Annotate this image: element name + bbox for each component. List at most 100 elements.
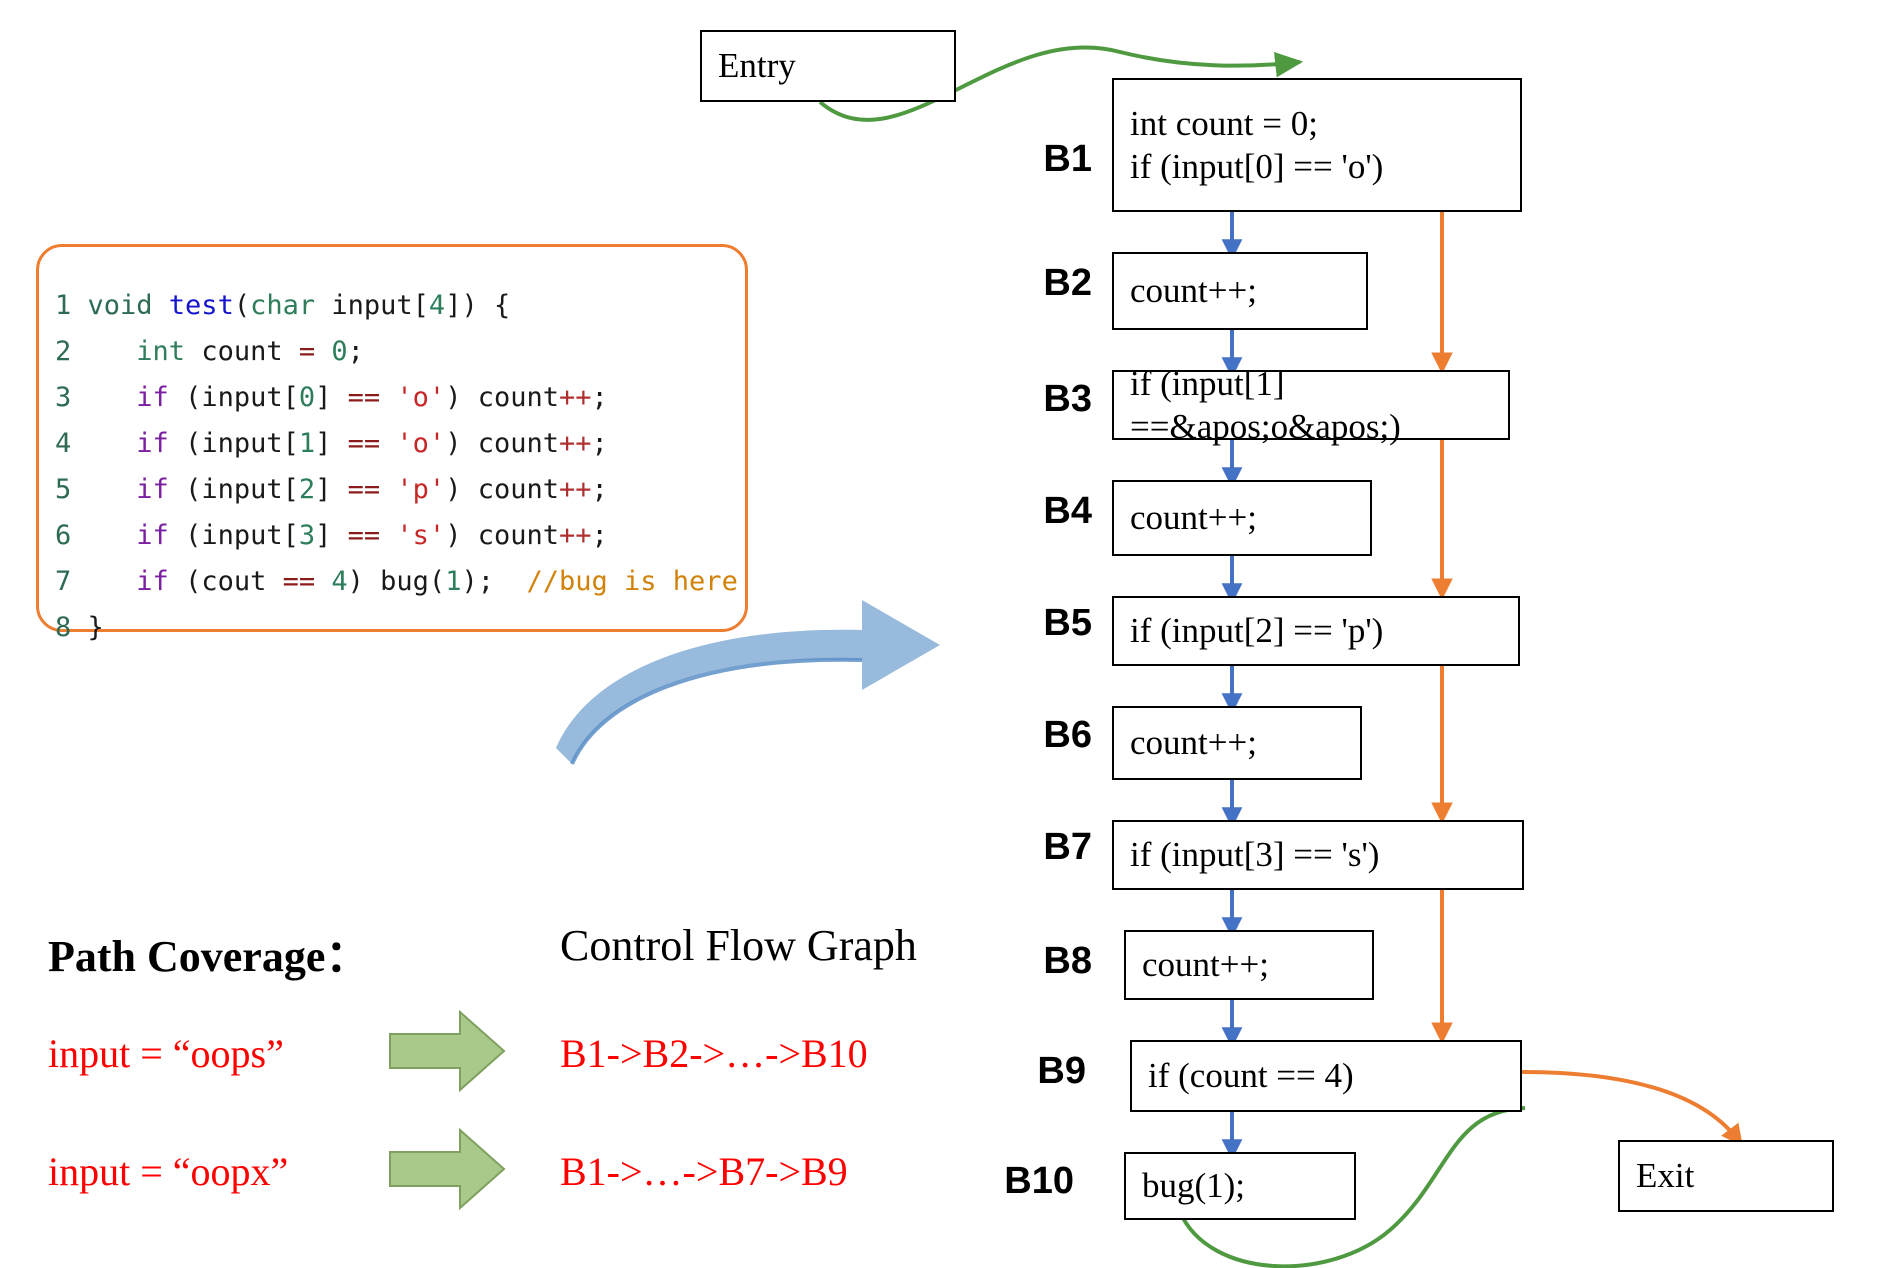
code-token: ; xyxy=(591,474,608,505)
code-token: 'p' xyxy=(396,474,446,505)
block-label-b5: B5 xyxy=(1043,602,1092,644)
code-token: char xyxy=(250,290,316,321)
code-token: 2 xyxy=(298,474,316,505)
code-token: 'o' xyxy=(396,428,446,459)
code-line: 6 if (input[3] == 's') count++; xyxy=(55,513,738,559)
code-token: count xyxy=(185,336,299,367)
cfg-node-b5-line1: if (input[2] == 'p') xyxy=(1130,611,1384,651)
block-label-b9: B9 xyxy=(1037,1050,1086,1092)
code-token: 0 xyxy=(331,336,348,367)
cfg-node-b3-line1: if (input[1] ==&apos;o&apos;) xyxy=(1130,363,1401,446)
code-token: if xyxy=(136,474,169,505)
code-token: 1 xyxy=(298,428,316,459)
code-token: ) count xyxy=(445,474,559,505)
exit-node-label: Exit xyxy=(1636,1156,1695,1196)
code-token: void xyxy=(87,290,169,321)
code-token: if xyxy=(136,520,169,551)
code-token: (input[ xyxy=(168,428,299,459)
code-token: == xyxy=(347,474,381,505)
block-label-b3: B3 xyxy=(1043,378,1092,420)
cfg-node-b4: count++; xyxy=(1112,480,1372,556)
block-label-b1: B1 xyxy=(1043,138,1092,180)
cfg-node-b4-line1: count++; xyxy=(1130,498,1257,538)
code-token: ; xyxy=(347,336,364,367)
code-token: ] xyxy=(315,520,348,551)
code-line: 2 int count = 0; xyxy=(55,329,738,375)
cfg-node-b2-line1: count++; xyxy=(1130,271,1257,311)
code-token: ++ xyxy=(559,520,592,551)
cfg-node-b6-line1: count++; xyxy=(1130,723,1257,763)
code-token: int xyxy=(136,336,186,367)
code-token: if xyxy=(136,566,169,597)
code-token: ) count xyxy=(445,520,559,551)
code-token: 4 xyxy=(428,290,446,321)
code-token: ++ xyxy=(559,382,592,413)
code-token: == xyxy=(347,428,381,459)
block-label-b2: B2 xyxy=(1043,262,1092,304)
edge-b9-exit xyxy=(1521,1070,1743,1147)
path-row-1-arrow-icon xyxy=(389,1127,506,1211)
code-token: == xyxy=(347,382,381,413)
code-token: ] xyxy=(315,428,348,459)
cfg-node-b8: count++; xyxy=(1124,930,1374,1000)
code-token: = xyxy=(298,336,316,367)
block-label-b10: B10 xyxy=(1004,1160,1074,1202)
code-token: ); xyxy=(461,566,527,597)
path-row-1-path: B1->…->B7->B9 xyxy=(560,1149,848,1194)
code-token: ]) { xyxy=(445,290,511,321)
code-line: 5 if (input[2] == 'p') count++; xyxy=(55,467,738,513)
code-line-number: 7 xyxy=(55,566,88,597)
code-token: if xyxy=(136,428,169,459)
code-line-number: 4 xyxy=(55,428,88,459)
cfg-node-b7-line1: if (input[3] == 's') xyxy=(1130,835,1380,875)
cfg-node-b7: if (input[3] == 's') xyxy=(1112,820,1524,890)
code-line: 4 if (input[1] == 'o') count++; xyxy=(55,421,738,467)
code-line: 1 void test(char input[4]) { xyxy=(55,283,738,329)
code-token: (cout xyxy=(168,566,283,597)
code-token: ] xyxy=(315,474,348,505)
cfg-path-coverage-diagram: 1 void test(char input[4]) {2 int count … xyxy=(0,0,1894,1268)
code-token: (input[ xyxy=(168,382,299,413)
code-line-number: 3 xyxy=(55,382,88,413)
code-token: 4 xyxy=(331,566,348,597)
code-token: if xyxy=(136,382,169,413)
cfg-node-b5: if (input[2] == 'p') xyxy=(1112,596,1520,666)
cfg-node-b9: if (count == 4) xyxy=(1130,1040,1522,1112)
path-coverage-title: Path Coverage： xyxy=(48,932,370,981)
cfg-node-b10-line1: bug(1); xyxy=(1142,1166,1246,1206)
code-token: ; xyxy=(591,520,608,551)
path-row-0-path: B1->B2->…->B10 xyxy=(560,1031,868,1076)
path-row-1-input: input = “oopx” xyxy=(48,1149,289,1194)
code-token: } xyxy=(87,612,104,643)
code-token: 'o' xyxy=(396,382,446,413)
code-line-number: 6 xyxy=(55,520,88,551)
code-token: ; xyxy=(591,428,608,459)
cfg-node-b9-line1: if (count == 4) xyxy=(1148,1056,1354,1096)
code-line-number: 1 xyxy=(55,290,88,321)
block-label-b4: B4 xyxy=(1043,490,1092,532)
cfg-node-b6: count++; xyxy=(1112,706,1362,780)
path-row-0-arrow-icon xyxy=(389,1009,506,1093)
cfg-node-b2: count++; xyxy=(1112,252,1368,330)
code-token: == xyxy=(347,520,381,551)
source-code-lines: 1 void test(char input[4]) {2 int count … xyxy=(55,283,738,651)
code-token: 1 xyxy=(445,566,462,597)
block-label-b6: B6 xyxy=(1043,714,1092,756)
code-token: test xyxy=(168,290,234,321)
code-token: (input[ xyxy=(168,474,299,505)
entry-node-label: Entry xyxy=(718,46,796,86)
code-token: 0 xyxy=(298,382,316,413)
code-token: ) bug( xyxy=(347,566,446,597)
cfg-node-b8-line1: count++; xyxy=(1142,945,1269,985)
code-token: == xyxy=(282,566,316,597)
code-token: ++ xyxy=(559,474,592,505)
code-token: (input[ xyxy=(168,520,299,551)
code-line: 8 } xyxy=(55,605,738,651)
cfg-node-b3: if (input[1] ==&apos;o&apos;) xyxy=(1112,364,1510,446)
